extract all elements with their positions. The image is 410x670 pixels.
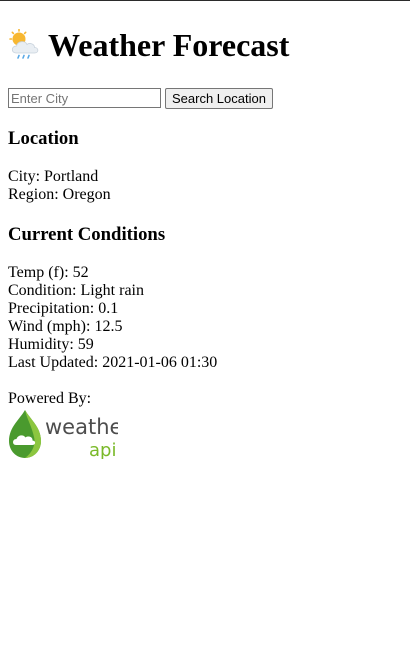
location-details: City: Portland Region: Oregon: [8, 168, 402, 204]
precipitation-label: Precipitation:: [8, 300, 95, 317]
wind-row: Wind (mph): 12.5: [8, 318, 402, 336]
city-value: Portland: [44, 168, 99, 185]
logo-text-api: api: [89, 440, 116, 459]
region-row: Region: Oregon: [8, 186, 402, 204]
temp-row: Temp (f): 52: [8, 264, 402, 282]
precipitation-row: Precipitation: 0.1: [8, 300, 402, 318]
wind-value: 12.5: [94, 318, 123, 335]
region-label: Region:: [8, 186, 59, 203]
current-conditions-heading: Current Conditions: [8, 224, 166, 245]
last-updated-row: Last Updated: 2021-01-06 01:30: [8, 354, 402, 372]
search-form: Search Location: [8, 87, 402, 109]
weatherapi-logo[interactable]: weather api: [8, 409, 118, 459]
page-title: Weather Forecast: [8, 25, 402, 65]
last-updated-label: Last Updated:: [8, 354, 99, 371]
page-content: Weather Forecast Search Location Locatio…: [8, 0, 402, 459]
humidity-label: Humidity:: [8, 336, 74, 353]
powered-by-label: Powered By:: [8, 390, 92, 407]
humidity-row: Humidity: 59: [8, 336, 402, 354]
sun-cloud-rain-icon: [8, 28, 40, 61]
condition-row: Condition: Light rain: [8, 282, 402, 300]
page-title-text: Weather Forecast: [48, 27, 290, 63]
raindrop-cloud-icon: [9, 410, 41, 458]
temp-label: Temp (f):: [8, 264, 69, 281]
city-row: City: Portland: [8, 168, 402, 186]
logo-text-weather: weather: [45, 415, 118, 439]
search-location-button[interactable]: Search Location: [165, 87, 273, 109]
humidity-value: 59: [77, 336, 94, 353]
precipitation-value: 0.1: [98, 300, 119, 317]
last-updated-value: 2021-01-06 01:30: [102, 354, 218, 371]
conditions-details: Temp (f): 52 Condition: Light rain Preci…: [8, 264, 402, 372]
region-value: Oregon: [62, 186, 111, 203]
temp-value: 52: [72, 264, 89, 281]
condition-label: Condition:: [8, 282, 77, 299]
wind-label: Wind (mph):: [8, 318, 91, 335]
city-input[interactable]: [8, 88, 161, 108]
condition-value: Light rain: [80, 282, 144, 299]
city-label: City:: [8, 168, 41, 185]
location-heading: Location: [8, 128, 79, 149]
